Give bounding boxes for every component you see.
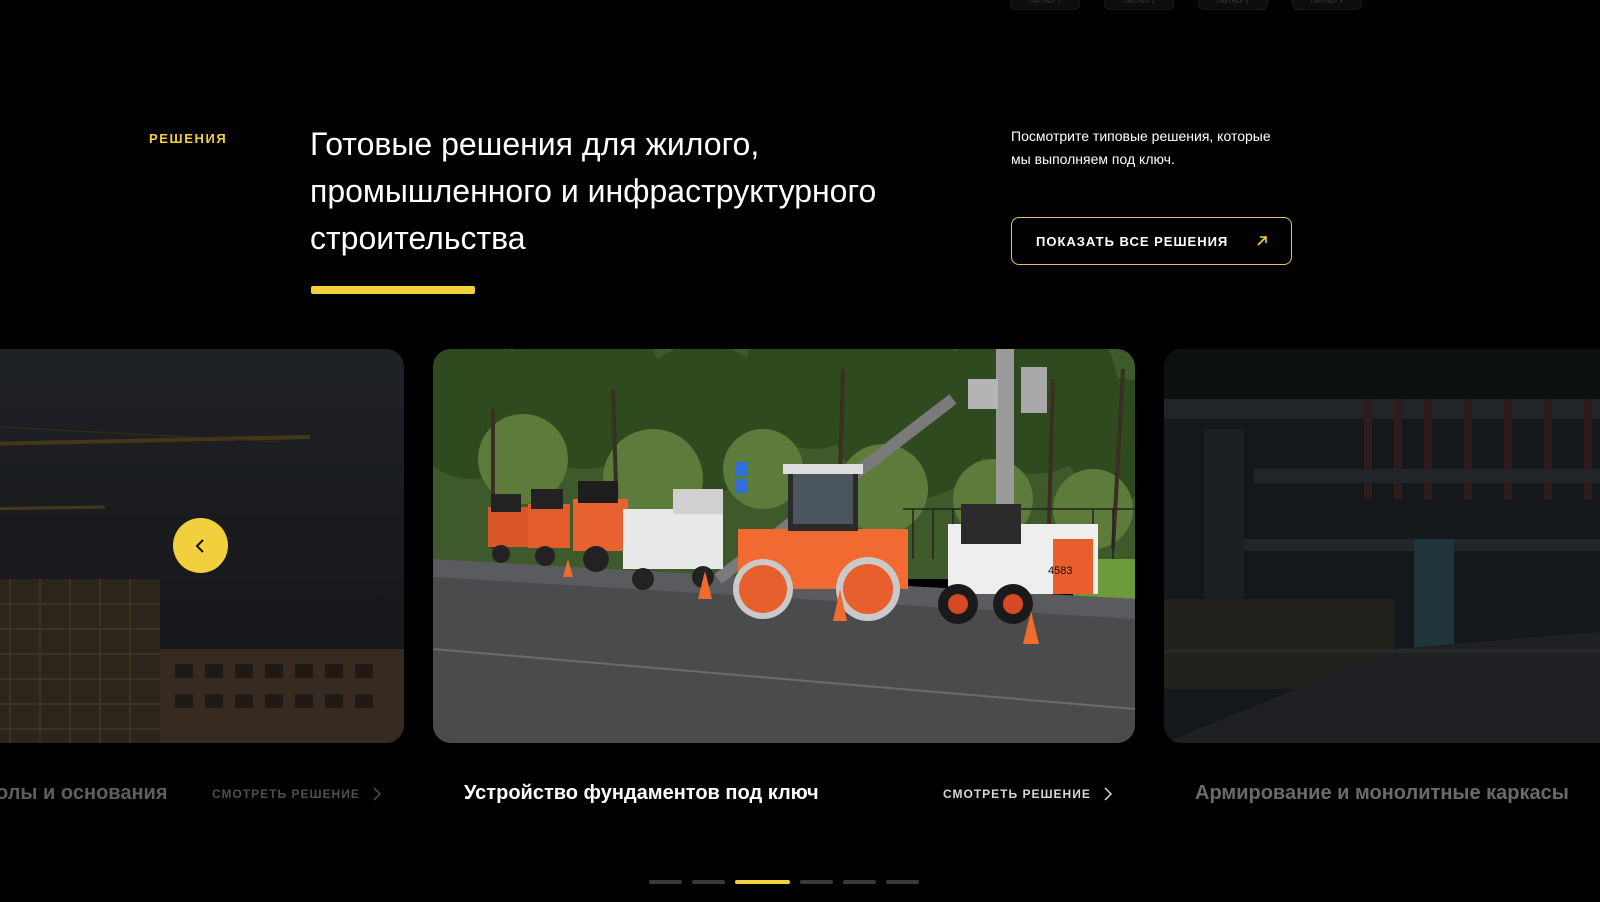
headline-accent-bar (311, 286, 475, 294)
arrow-up-right-icon (1257, 236, 1267, 246)
slide-title-previous: олы и основания (0, 782, 168, 804)
view-solution-label: СМОТРЕТЬ РЕШЕНИЕ (943, 787, 1091, 801)
solution-card-next[interactable] (1164, 349, 1600, 743)
monolithic-frame-image (1164, 349, 1600, 743)
partner-strip: ПАРТНЕР 1 ПАРТНЕР 2 ПАРТНЕР 3 ПАРТНЕР 4 (1010, 0, 1362, 10)
pagination-dot[interactable] (800, 880, 833, 884)
pagination-dot-active[interactable] (735, 880, 790, 884)
view-solution-label: СМОТРЕТЬ РЕШЕНИЕ (212, 787, 360, 801)
partner-badge: ПАРТНЕР 3 (1198, 0, 1268, 10)
intro-line: Посмотрите типовые решения, которые (1011, 128, 1271, 144)
section-eyebrow: РЕШЕНИЯ (149, 131, 228, 146)
partner-badge: ПАРТНЕР 4 (1292, 0, 1362, 10)
slide-title-active: Устройство фундаментов под ключ (464, 782, 819, 804)
pagination-dot[interactable] (692, 880, 725, 884)
show-all-solutions-button[interactable]: ПОКАЗАТЬ ВСЕ РЕШЕНИЯ (1011, 217, 1292, 265)
view-solution-link-previous[interactable]: СМОТРЕТЬ РЕШЕНИЕ (212, 787, 382, 801)
headline-line: промышленного и инфраструктурного (310, 173, 877, 209)
svg-text:4583: 4583 (1048, 565, 1072, 577)
solution-card-active[interactable]: 4583 (433, 349, 1135, 743)
pagination-dot[interactable] (843, 880, 876, 884)
intro-line: мы выполняем под ключ. (1011, 151, 1175, 167)
slide-title-next: Армирование и монолитные каркасы (1195, 782, 1569, 804)
section-intro: Посмотрите типовые решения, которые мы в… (1011, 125, 1301, 171)
chevron-left-icon (195, 538, 204, 553)
pagination-dot[interactable] (886, 880, 919, 884)
carousel-pagination (649, 880, 919, 884)
partner-badge: ПАРТНЕР 1 (1010, 0, 1080, 10)
section-headline: Готовые решения для жилого, промышленног… (310, 121, 950, 262)
partner-badge: ПАРТНЕР 2 (1104, 0, 1174, 10)
carousel-prev-button[interactable] (173, 518, 228, 573)
pagination-dot[interactable] (649, 880, 682, 884)
road-machinery-image: 4583 (433, 349, 1135, 743)
view-solution-link-active[interactable]: СМОТРЕТЬ РЕШЕНИЕ (943, 787, 1113, 801)
headline-line: строительства (310, 220, 526, 256)
chevron-right-icon (1104, 787, 1112, 801)
show-all-solutions-label: ПОКАЗАТЬ ВСЕ РЕШЕНИЯ (1036, 233, 1229, 249)
headline-line: Готовые решения для жилого, (310, 126, 760, 162)
chevron-right-icon (373, 787, 381, 801)
